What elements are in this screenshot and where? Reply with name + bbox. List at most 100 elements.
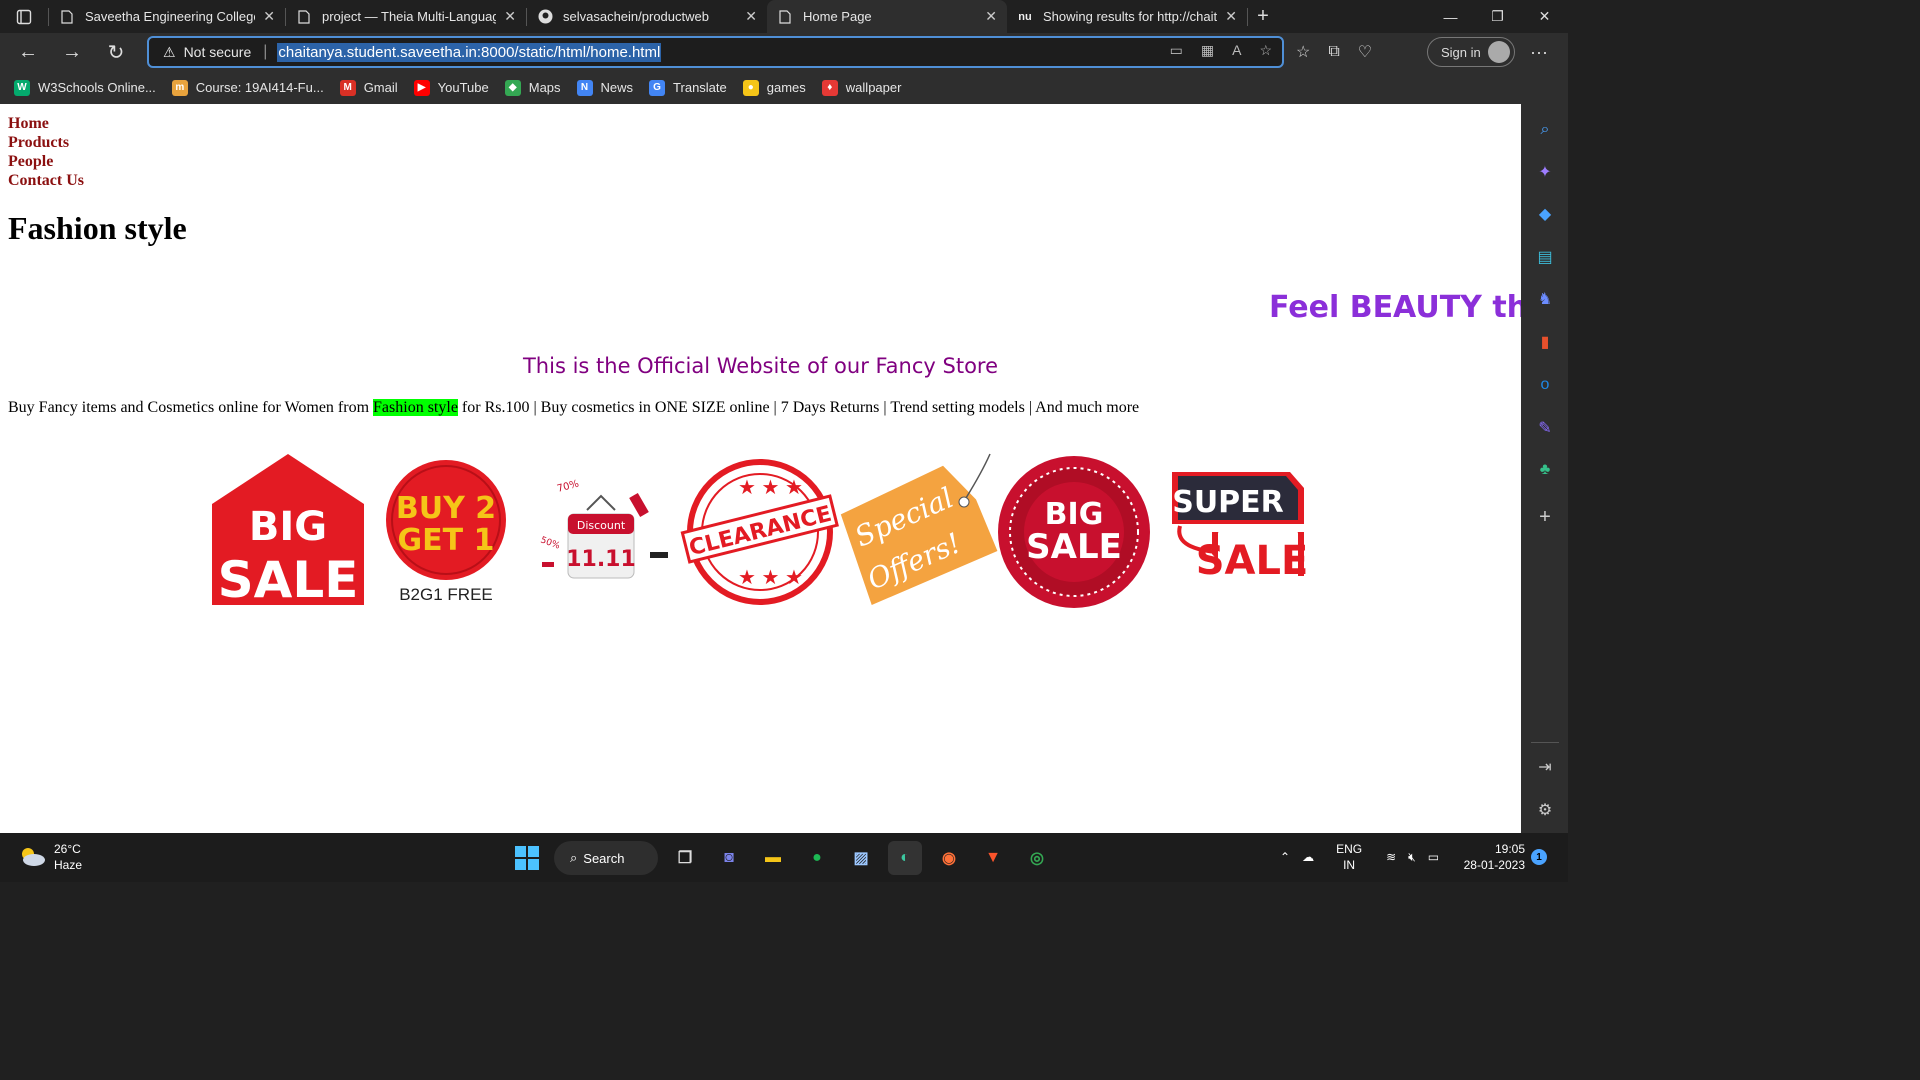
onedrive-icon[interactable]: ☁ — [1302, 850, 1314, 864]
close-icon[interactable]: ✕ — [263, 8, 275, 25]
grid-icon[interactable]: ▦ — [1201, 42, 1214, 59]
page-icon — [296, 9, 312, 25]
tree-icon[interactable]: ♣ — [1533, 458, 1557, 482]
refresh-button[interactable]: ↻ — [94, 33, 138, 71]
super-sale-sign-image: SUPER SALE — [1172, 472, 1308, 584]
add-favorite-icon[interactable]: ☆ — [1259, 42, 1272, 59]
avatar-icon — [1488, 41, 1510, 63]
not-secure-label[interactable]: Not secure — [184, 44, 252, 60]
system-tray: ⌃ ☁ ENG IN ≋ 🔇︎ ▭ — [1280, 841, 1439, 873]
favorite-icon: m — [171, 79, 188, 96]
sign-in-button[interactable]: Sign in — [1427, 37, 1515, 67]
favorite-icon: ▶ — [413, 79, 430, 96]
brave-icon[interactable]: ▼ — [976, 841, 1010, 875]
taskbar-search-button[interactable]: ⌕ Search — [554, 841, 658, 875]
hide-sidebar-icon[interactable]: ⇥ — [1533, 755, 1557, 779]
favorite-item[interactable]: m Course: 19AI414-Fu... — [171, 79, 324, 96]
weather-widget[interactable]: 26°C Haze — [18, 841, 82, 873]
new-tab-button[interactable]: + — [1248, 5, 1278, 28]
page-icon — [777, 9, 793, 25]
tab-home-page[interactable]: Home Page ✕ — [767, 0, 1007, 33]
tab-search-results[interactable]: nu Showing results for http://chaitar ✕ — [1007, 0, 1247, 33]
address-bar[interactable]: ⚠ Not secure | chaitanya.student.saveeth… — [147, 36, 1284, 68]
clearance-text: CLEARANCE — [687, 502, 834, 562]
edge-browser-icon[interactable]: ◐ — [888, 841, 922, 875]
back-button[interactable]: ← — [6, 33, 50, 71]
shopping-tag-icon[interactable]: ◆ — [1533, 202, 1557, 226]
sidebar-divider — [1531, 742, 1559, 743]
photos-icon[interactable]: ▨ — [844, 841, 878, 875]
notification-badge[interactable]: 1 — [1531, 849, 1547, 865]
read-aloud-icon[interactable]: A — [1232, 42, 1241, 59]
favorite-item[interactable]: ▶ YouTube — [413, 79, 489, 96]
spotify-icon[interactable]: ● — [800, 841, 834, 875]
collections-icon[interactable]: ⧉ — [1328, 43, 1339, 61]
add-sidebar-icon[interactable]: + — [1533, 505, 1557, 529]
health-icon[interactable]: ♡ — [1358, 42, 1372, 62]
wifi-icon[interactable]: ≋ — [1386, 850, 1396, 864]
tab-bar: Saveetha Engineering College ✕ project —… — [0, 0, 1568, 33]
designer-icon[interactable]: ✎ — [1533, 416, 1557, 440]
nu-icon: nu — [1018, 10, 1032, 23]
chrome-icon[interactable]: ◎ — [1020, 841, 1054, 875]
close-icon[interactable]: ✕ — [985, 8, 997, 25]
tab-actions-button[interactable] — [0, 0, 48, 33]
task-view-icon[interactable]: ❐ — [668, 841, 702, 875]
edge-sidebar: ⌕ ✦ ◆ ▤ ♞ ▮ o ✎ ♣ + ⇥ ⚙ — [1521, 104, 1568, 833]
favorite-item[interactable]: ♦ wallpaper — [821, 79, 901, 96]
tab-github[interactable]: selvasachein/productweb ✕ — [527, 0, 767, 33]
outlook-icon[interactable]: o — [1533, 373, 1557, 397]
system-clock[interactable]: 19:05 28-01-2023 — [1455, 841, 1525, 873]
favorite-item[interactable]: N News — [576, 79, 633, 96]
marquee-text: Feel BEAUTY th — [1269, 290, 1521, 325]
firefox-icon[interactable]: ◉ — [932, 841, 966, 875]
date-text: 28-01-2023 — [1463, 858, 1525, 872]
divider: | — [263, 43, 268, 60]
nav-home-link[interactable]: Home — [8, 114, 84, 133]
close-icon[interactable]: ✕ — [504, 8, 516, 25]
desc-highlight: Fashion style — [373, 399, 458, 416]
file-explorer-icon[interactable]: ▬ — [756, 841, 790, 875]
nav-people-link[interactable]: People — [8, 152, 84, 171]
search-icon: ⌕ — [570, 850, 578, 865]
favorite-item[interactable]: ● games — [742, 79, 806, 96]
close-window-button[interactable]: ✕ — [1521, 0, 1568, 33]
svg-text:★ ★ ★: ★ ★ ★ — [738, 477, 803, 499]
favorites-icon[interactable]: ☆ — [1296, 42, 1310, 62]
games-icon[interactable]: ♞ — [1533, 287, 1557, 311]
settings-gear-icon[interactable]: ⚙ — [1533, 798, 1557, 822]
nav-contact-link[interactable]: Contact Us — [8, 171, 84, 190]
url-text[interactable]: chaitanya.student.saveetha.in:8000/stati… — [277, 42, 662, 62]
favorite-item[interactable]: ◆ Maps — [504, 79, 561, 96]
favorite-item[interactable]: W W3Schools Online... — [14, 79, 156, 96]
more-menu-icon[interactable]: ··· — [1530, 33, 1548, 71]
search-icon[interactable]: ⌕ — [1533, 118, 1557, 142]
restore-button[interactable]: ❐ — [1474, 0, 1521, 33]
tab-saveetha[interactable]: Saveetha Engineering College ✕ — [49, 0, 285, 33]
tools-icon[interactable]: ▤ — [1533, 245, 1557, 269]
battery-icon[interactable]: ▭ — [1428, 850, 1439, 864]
favorite-label: Maps — [528, 80, 561, 95]
volume-muted-icon[interactable]: 🔇︎ — [1408, 850, 1416, 865]
window-controls: — ❐ ✕ — [1427, 0, 1568, 33]
minimize-button[interactable]: — — [1427, 0, 1474, 33]
tab-label: project — Theia Multi-Language — [322, 9, 497, 24]
nav-products-link[interactable]: Products — [8, 133, 84, 152]
tab-theia[interactable]: project — Theia Multi-Language ✕ — [286, 0, 526, 33]
favorite-item[interactable]: M Gmail — [339, 79, 398, 96]
office-icon[interactable]: ▮ — [1533, 330, 1557, 354]
forward-button[interactable]: → — [50, 33, 94, 71]
discover-icon[interactable]: ✦ — [1533, 160, 1557, 184]
close-icon[interactable]: ✕ — [745, 8, 757, 25]
close-icon[interactable]: ✕ — [1225, 8, 1237, 25]
big-sale-top-text: BIG — [249, 504, 327, 550]
chevron-up-icon[interactable]: ⌃ — [1280, 850, 1290, 864]
favorite-icon: ◆ — [504, 79, 521, 96]
language-indicator[interactable]: ENG IN — [1336, 841, 1362, 873]
app-available-icon[interactable]: ▭ — [1170, 42, 1183, 59]
favorite-item[interactable]: G Translate — [649, 79, 727, 96]
start-windows-icon[interactable] — [510, 841, 544, 875]
teams-chat-icon[interactable]: ◙ — [712, 841, 746, 875]
favorite-label: Translate — [673, 80, 727, 95]
super-text: SUPER — [1172, 485, 1284, 520]
